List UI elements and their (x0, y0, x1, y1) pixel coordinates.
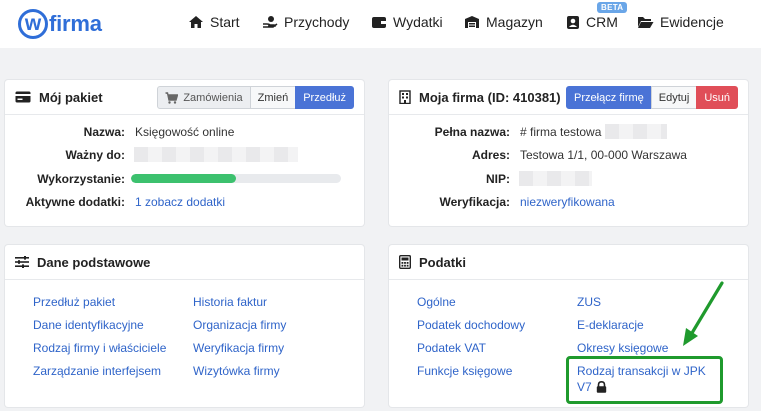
annotation-highlight-box (566, 356, 723, 404)
edit-company-label: Edytuj (658, 91, 690, 104)
switch-company-label: Przełącz firmę (574, 91, 644, 104)
edit-company-button[interactable]: Edytuj (650, 86, 698, 109)
company-header: Moja firma (ID: 410381) Przełącz firmę E… (389, 80, 748, 115)
business-card-link[interactable]: Wizytówka firmy (193, 364, 280, 378)
switch-company-button[interactable]: Przełącz firmę (566, 86, 652, 109)
top-bar: w firma Start Przychody Wydatki Magazyn … (0, 0, 761, 48)
e-declarations-link[interactable]: E-deklaracje (577, 318, 644, 332)
delete-company-button[interactable]: Usuń (696, 86, 738, 109)
package-usage-row: Wykorzystanie: (0, 170, 125, 188)
package-name-label: Nazwa: (83, 125, 125, 139)
nav-przychody[interactable]: Przychody (262, 10, 349, 34)
nav-start[interactable]: Start (188, 10, 240, 34)
nav-wydatki[interactable]: Wydatki (371, 10, 443, 34)
hand-coin-icon (263, 16, 278, 28)
change-button-label: Zmień (257, 91, 289, 104)
orders-button-label: Zamówienia (183, 91, 243, 104)
package-title: Mój pakiet (39, 89, 103, 105)
income-tax-link[interactable]: Podatek dochodowy (417, 318, 525, 332)
invoice-history-link[interactable]: Historia faktur (193, 295, 267, 309)
company-organization-link[interactable]: Organizacja firmy (193, 318, 286, 332)
company-nip-label: NIP: (486, 172, 510, 186)
usage-progress-fill (131, 174, 236, 183)
nav-ewidencje[interactable]: Ewidencje (637, 10, 724, 34)
credit-card-icon (15, 91, 31, 103)
company-verify-label: Weryfikacja: (439, 195, 510, 209)
vat-tax-link[interactable]: Podatek VAT (417, 341, 486, 355)
package-name-row: Nazwa: (0, 123, 125, 141)
logo-text: firma (49, 11, 102, 36)
company-address-label: Adres: (471, 148, 510, 162)
extend-button[interactable]: Przedłuż (295, 86, 354, 109)
basic-data-header: Dane podstawowe (5, 245, 364, 280)
calculator-icon (399, 255, 411, 269)
company-fullname-value: # firma testowa (520, 125, 602, 139)
package-valid-redacted (134, 147, 298, 162)
accounting-functions-link[interactable]: Funkcje księgowe (417, 364, 512, 378)
company-fullname-row: Pełna nazwa: (389, 123, 510, 141)
company-nip-redacted (519, 171, 592, 186)
wallet-icon (372, 17, 386, 28)
orders-button[interactable]: Zamówienia (157, 86, 251, 109)
nav-start-label: Start (210, 14, 240, 30)
usage-progress-bar (131, 174, 341, 183)
package-addons-row: Aktywne dodatki: (0, 193, 125, 211)
nav-magazyn-label: Magazyn (486, 14, 543, 30)
warehouse-icon (465, 16, 479, 28)
company-verification-link[interactable]: Weryfikacja firmy (193, 341, 284, 355)
package-valid-row: Ważny do: (0, 146, 125, 164)
contact-card-icon (567, 15, 579, 29)
delete-company-label: Usuń (704, 91, 730, 104)
annotation-arrow-icon (683, 281, 724, 346)
package-name-value: Księgowość online (135, 125, 235, 139)
home-icon (189, 16, 203, 28)
nav-wydatki-label: Wydatki (393, 14, 443, 30)
package-header: Mój pakiet Zamówienia Zmień Przedłuż (5, 80, 364, 115)
interface-management-link[interactable]: Zarządzanie interfejsem (33, 364, 161, 378)
company-type-owners-link[interactable]: Rodzaj firmy i właściciele (33, 341, 166, 355)
taxes-header: Podatki (389, 245, 748, 280)
basic-data-title: Dane podstawowe (37, 254, 151, 270)
nav-przychody-label: Przychody (284, 14, 350, 30)
addons-link[interactable]: 1 zobacz dodatki (135, 195, 225, 209)
nav-crm[interactable]: CRM (566, 10, 618, 34)
zus-link[interactable]: ZUS (577, 295, 601, 309)
nav-ewidencje-label: Ewidencje (660, 14, 724, 30)
cart-icon (165, 91, 179, 104)
sliders-icon (15, 256, 29, 268)
company-address-value: Testowa 1/1, 00-000 Warszawa (520, 148, 687, 162)
package-usage-label: Wykorzystanie: (37, 172, 125, 186)
accounting-periods-link[interactable]: Okresy księgowe (577, 341, 668, 355)
company-verify-row: Weryfikacja: (389, 193, 510, 211)
company-address-row: Adres: (389, 146, 510, 164)
nav-magazyn[interactable]: Magazyn (464, 10, 543, 34)
taxes-title: Podatki (419, 254, 466, 270)
extend-button-label: Przedłuż (303, 91, 346, 104)
identification-data-link[interactable]: Dane identyfikacyjne (33, 318, 144, 332)
company-nip-row: NIP: (389, 170, 510, 188)
company-fullname-label: Pełna nazwa: (434, 125, 510, 139)
folder-open-icon (638, 17, 654, 28)
extend-package-link[interactable]: Przedłuż pakiet (33, 295, 115, 309)
crm-beta-badge: BETA (597, 2, 628, 13)
change-button[interactable]: Zmień (249, 86, 297, 109)
package-valid-label: Ważny do: (65, 148, 125, 162)
company-fullname-redacted (605, 124, 667, 139)
general-tax-link[interactable]: Ogólne (417, 295, 456, 309)
package-addons-label: Aktywne dodatki: (25, 195, 125, 209)
package-actions: Zamówienia Zmień Przedłuż (157, 86, 354, 109)
company-title: Moja firma (ID: 410381) (419, 89, 561, 105)
company-actions: Przełącz firmę Edytuj Usuń (566, 86, 738, 109)
verification-link[interactable]: niezweryfikowana (520, 195, 615, 209)
nav-crm-label: CRM (586, 14, 618, 30)
logo-mark: w (18, 9, 48, 39)
wfirma-logo[interactable]: w firma (18, 7, 102, 41)
building-icon (399, 90, 411, 104)
